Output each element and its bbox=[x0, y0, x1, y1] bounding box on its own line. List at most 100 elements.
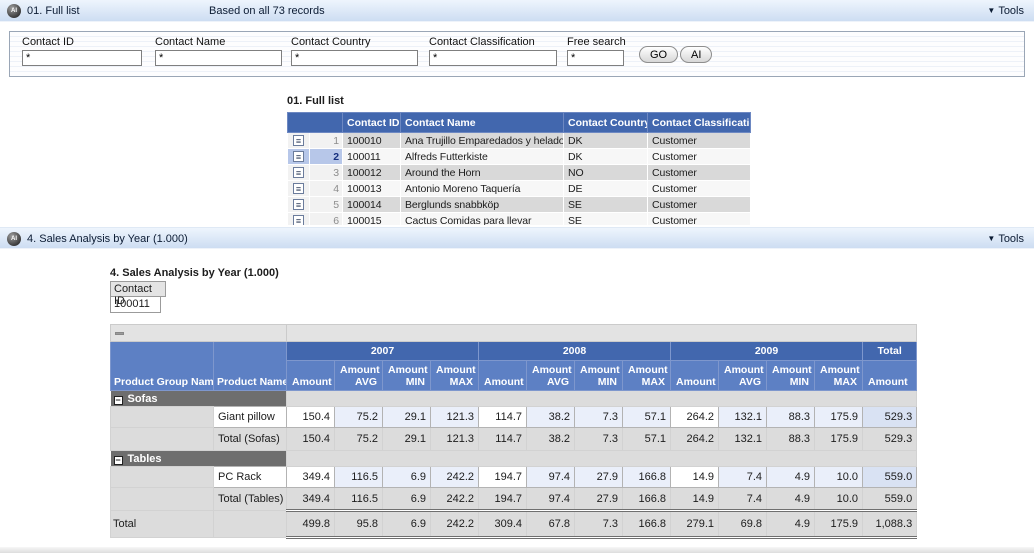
value-cell[interactable]: 166.8 bbox=[623, 467, 671, 488]
collapse-group-icon[interactable]: − bbox=[114, 396, 123, 405]
value-cell[interactable]: 88.3 bbox=[767, 407, 815, 428]
year-header[interactable]: 2008 bbox=[479, 342, 671, 361]
group-total-row: Total (Tables)349.4116.56.9242.2194.797.… bbox=[111, 488, 917, 511]
value-cell[interactable]: 10.0 bbox=[815, 467, 863, 488]
value-cell[interactable]: 7.3 bbox=[575, 407, 623, 428]
row-detail-button[interactable]: ≡ bbox=[288, 165, 310, 181]
metric-header[interactable]: AmountMAX bbox=[623, 361, 671, 391]
dim-header-product-group[interactable]: Product Group Name bbox=[111, 342, 214, 391]
metric-header[interactable]: Amount bbox=[287, 361, 335, 391]
cell-contact-classification[interactable]: Customer bbox=[648, 133, 751, 149]
metric-header[interactable]: AmountAVG bbox=[719, 361, 767, 391]
value-cell[interactable]: 116.5 bbox=[335, 467, 383, 488]
value-cell[interactable]: 57.1 bbox=[623, 407, 671, 428]
cell-contact-name[interactable]: Alfreds Futterkiste bbox=[401, 149, 564, 165]
contact-id-input[interactable] bbox=[22, 50, 142, 66]
pivot-collapse-cell[interactable] bbox=[111, 325, 287, 342]
cell-contact-country[interactable]: DK bbox=[564, 149, 648, 165]
value-cell[interactable]: 27.9 bbox=[575, 467, 623, 488]
collapse-all-icon[interactable] bbox=[115, 332, 124, 335]
cell-contact-classification[interactable]: Customer bbox=[648, 213, 751, 226]
value-cell[interactable]: 114.7 bbox=[479, 407, 527, 428]
cell-contact-name[interactable]: Antonio Moreno Taquería bbox=[401, 181, 564, 197]
cell-contact-name[interactable]: Ana Trujillo Emparedados y helados bbox=[401, 133, 564, 149]
metric-header[interactable]: AmountAVG bbox=[527, 361, 575, 391]
group-total-value: 166.8 bbox=[623, 488, 671, 511]
cell-contact-id[interactable]: 100012 bbox=[343, 165, 401, 181]
value-cell[interactable]: 349.4 bbox=[287, 467, 335, 488]
cell-contact-id[interactable]: 100010 bbox=[343, 133, 401, 149]
listbox-header[interactable]: Contact ID bbox=[110, 281, 166, 297]
metric-header: Amount bbox=[863, 361, 917, 391]
value-cell[interactable]: 75.2 bbox=[335, 407, 383, 428]
cell-contact-name[interactable]: Cactus Comidas para llevar bbox=[401, 213, 564, 226]
free-search-input[interactable] bbox=[567, 50, 624, 66]
ai-button[interactable]: AI bbox=[680, 46, 712, 63]
product-name-cell[interactable]: PC Rack bbox=[214, 467, 287, 488]
value-cell[interactable]: 14.9 bbox=[671, 467, 719, 488]
year-header[interactable]: 2007 bbox=[287, 342, 479, 361]
cell-contact-name[interactable]: Around the Horn bbox=[401, 165, 564, 181]
cell-contact-country[interactable]: DE bbox=[564, 181, 648, 197]
value-cell[interactable]: 529.3 bbox=[863, 407, 917, 428]
row-detail-button[interactable]: ≡ bbox=[288, 149, 310, 165]
value-cell[interactable]: 194.7 bbox=[479, 467, 527, 488]
cell-contact-classification[interactable]: Customer bbox=[648, 149, 751, 165]
product-name-cell[interactable]: Giant pillow bbox=[214, 407, 287, 428]
group-band-label[interactable]: −Sofas bbox=[111, 391, 287, 407]
row-detail-button[interactable]: ≡ bbox=[288, 213, 310, 226]
row-detail-button[interactable]: ≡ bbox=[288, 197, 310, 213]
value-cell[interactable]: 6.9 bbox=[383, 467, 431, 488]
cell-contact-id[interactable]: 100013 bbox=[343, 181, 401, 197]
metric-header[interactable]: AmountMIN bbox=[767, 361, 815, 391]
column-header-contact-id[interactable]: Contact ID bbox=[343, 113, 401, 133]
contact-country-input[interactable] bbox=[291, 50, 418, 66]
cell-contact-classification[interactable]: Customer bbox=[648, 197, 751, 213]
group-band-label[interactable]: −Tables bbox=[111, 451, 287, 467]
year-header[interactable]: 2009 bbox=[671, 342, 863, 361]
cell-contact-country[interactable]: DK bbox=[564, 133, 648, 149]
value-cell[interactable]: 132.1 bbox=[719, 407, 767, 428]
go-button[interactable]: GO bbox=[639, 46, 678, 63]
cell-contact-country[interactable]: SE bbox=[564, 197, 648, 213]
value-cell[interactable]: 242.2 bbox=[431, 467, 479, 488]
metric-header[interactable]: Amount bbox=[671, 361, 719, 391]
contact-name-input[interactable] bbox=[155, 50, 282, 66]
value-cell[interactable]: 4.9 bbox=[767, 467, 815, 488]
column-header-contact-country[interactable]: Contact Country bbox=[564, 113, 648, 133]
cell-contact-country[interactable]: NO bbox=[564, 165, 648, 181]
cell-contact-id[interactable]: 100015 bbox=[343, 213, 401, 226]
value-cell[interactable]: 264.2 bbox=[671, 407, 719, 428]
cell-contact-classification[interactable]: Customer bbox=[648, 165, 751, 181]
listbox-selected-value[interactable]: 100011 bbox=[110, 297, 161, 313]
cell-contact-classification[interactable]: Customer bbox=[648, 181, 751, 197]
collapse-group-icon[interactable]: − bbox=[114, 456, 123, 465]
row-detail-button[interactable]: ≡ bbox=[288, 133, 310, 149]
cell-contact-id[interactable]: 100011 bbox=[343, 149, 401, 165]
contact-classification-input[interactable] bbox=[429, 50, 557, 66]
group-band-row: −Sofas bbox=[111, 391, 917, 407]
value-cell[interactable]: 97.4 bbox=[527, 467, 575, 488]
value-cell[interactable]: 559.0 bbox=[863, 467, 917, 488]
panel2-tools-menu[interactable]: ▼Tools bbox=[987, 233, 1024, 245]
value-cell[interactable]: 7.4 bbox=[719, 467, 767, 488]
value-cell[interactable]: 150.4 bbox=[287, 407, 335, 428]
cell-contact-id[interactable]: 100014 bbox=[343, 197, 401, 213]
metric-header[interactable]: Amount bbox=[479, 361, 527, 391]
cell-contact-name[interactable]: Berglunds snabbköp bbox=[401, 197, 564, 213]
column-header-contact-name[interactable]: Contact Name bbox=[401, 113, 564, 133]
value-cell[interactable]: 121.3 bbox=[431, 407, 479, 428]
row-detail-button[interactable]: ≡ bbox=[288, 181, 310, 197]
metric-header[interactable]: AmountMIN bbox=[383, 361, 431, 391]
metric-header[interactable]: AmountMAX bbox=[431, 361, 479, 391]
panel1-tools-menu[interactable]: ▼Tools bbox=[987, 5, 1024, 17]
value-cell[interactable]: 175.9 bbox=[815, 407, 863, 428]
metric-header[interactable]: AmountAVG bbox=[335, 361, 383, 391]
value-cell[interactable]: 29.1 bbox=[383, 407, 431, 428]
dim-header-product-name[interactable]: Product Name bbox=[214, 342, 287, 391]
cell-contact-country[interactable]: SE bbox=[564, 213, 648, 226]
value-cell[interactable]: 38.2 bbox=[527, 407, 575, 428]
metric-header[interactable]: AmountMIN bbox=[575, 361, 623, 391]
column-header-contact-classification[interactable]: Contact Classification bbox=[648, 113, 751, 133]
metric-header[interactable]: AmountMAX bbox=[815, 361, 863, 391]
